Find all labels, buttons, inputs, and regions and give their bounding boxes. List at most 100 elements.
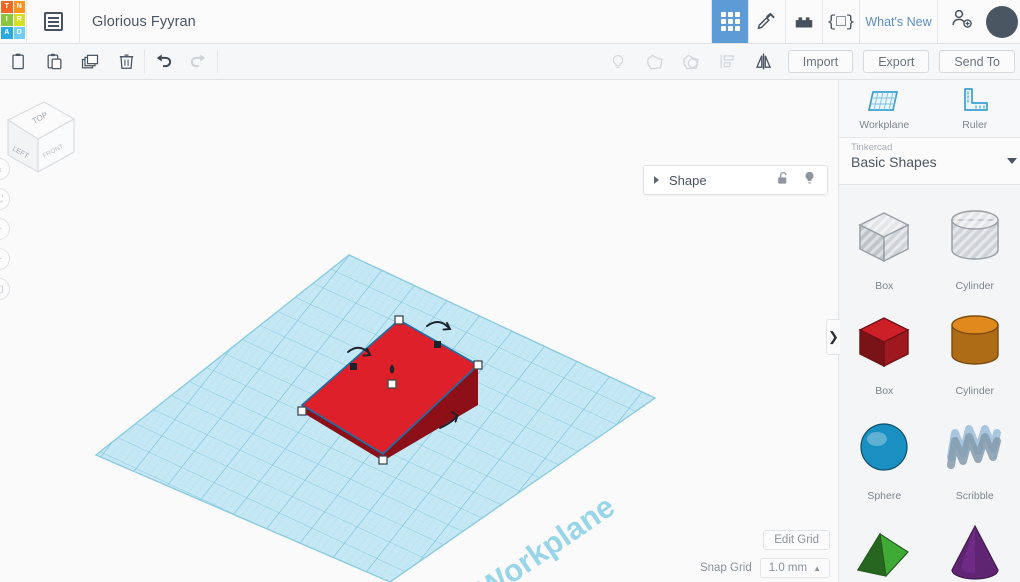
chevron-down-icon[interactable]	[1007, 158, 1017, 164]
shape-cylinder-solid[interactable]: Cylinder	[930, 302, 1020, 403]
logo-tile-4: A	[1, 27, 13, 39]
shape-label: Box	[875, 280, 894, 292]
shape-label: Cylinder	[955, 385, 994, 397]
group-button[interactable]	[637, 44, 673, 80]
mirror-button[interactable]	[746, 44, 782, 80]
copy-button[interactable]	[0, 44, 36, 80]
cone-shape-icon	[941, 518, 1009, 582]
logo-tile-0: T	[1, 1, 13, 13]
codeblocks-icon: {□}	[826, 12, 856, 31]
library-name: Basic Shapes	[851, 154, 937, 170]
perspective-toggle-button[interactable]: ▢	[0, 278, 10, 300]
edit-grid-button[interactable]: Edit Grid	[763, 530, 830, 550]
shapes-grid: Box Cylinder Box Cylinder Sphere Scribble	[839, 185, 1020, 582]
ungroup-icon	[683, 54, 699, 69]
chevron-right-icon[interactable]	[654, 176, 659, 184]
view-cube[interactable]: TOP LEFT FRONT	[0, 88, 76, 176]
project-title[interactable]: Glorious Fyyran	[80, 0, 196, 43]
cylinder-shape-icon	[941, 308, 1009, 381]
workplane-handle[interactable]	[387, 379, 397, 389]
shape-label: Sphere	[867, 490, 902, 502]
undo-button[interactable]	[145, 44, 181, 80]
shape-cylinder-hole[interactable]: Cylinder	[930, 197, 1020, 298]
ruler-tool[interactable]: Ruler	[930, 86, 1020, 131]
edit-toolbar: Import Export Send To	[0, 44, 1020, 80]
shape-box-solid[interactable]: Box	[839, 302, 930, 403]
shape-label: Box	[875, 385, 894, 397]
duplicate-button[interactable]	[72, 44, 108, 80]
tab-3d-design[interactable]	[711, 0, 748, 43]
whats-new-label: What's New	[865, 14, 932, 29]
mirror-icon	[756, 53, 772, 70]
align-button[interactable]	[710, 44, 746, 80]
snap-grid-label: Snap Grid	[699, 562, 752, 574]
undo-arrow-icon	[156, 54, 172, 67]
workplane-icon	[868, 91, 899, 111]
unlocked-padlock-icon[interactable]	[775, 170, 790, 191]
shape-label: Cylinder	[955, 280, 994, 292]
tab-codeblocks[interactable]: {□}	[822, 0, 859, 43]
person-add-icon[interactable]	[944, 7, 980, 36]
ruler-tool-label: Ruler	[962, 119, 988, 131]
grid-icon	[720, 12, 740, 31]
tab-builder[interactable]	[748, 0, 785, 43]
trash-icon	[119, 54, 133, 69]
whats-new-link[interactable]: What's New	[859, 0, 937, 43]
snap-grid-value: 1.0 mm	[768, 562, 808, 574]
export-button[interactable]: Export	[863, 50, 930, 73]
view-nav-buttons: ⌂ ⛶ + − ▢	[0, 158, 10, 300]
shapes-sidebar: ❯ Workplane Ruler Tinkercad Basic Shapes…	[826, 80, 1020, 582]
zoom-in-button[interactable]: +	[0, 218, 10, 240]
avatar[interactable]	[986, 5, 1018, 38]
logo-tile-2: I	[1, 14, 13, 26]
shape-scribble[interactable]: Scribble	[930, 407, 1020, 508]
workplane-tool[interactable]: Workplane	[839, 86, 930, 131]
shape-panel-title: Shape	[669, 172, 707, 188]
tinkercad-app: TNIRAD Glorious Fyyran {□} What's New Im…	[0, 0, 1020, 582]
hammer-icon	[757, 12, 775, 29]
redo-button[interactable]	[181, 44, 217, 80]
delete-button[interactable]	[108, 44, 144, 80]
shape-inspector-panel[interactable]: Shape	[643, 165, 828, 195]
sidebar-tools: Workplane Ruler	[839, 80, 1020, 138]
logo-tile-3: R	[13, 14, 25, 26]
import-button[interactable]: Import	[787, 50, 854, 73]
light-button[interactable]	[600, 44, 636, 80]
tinkercad-logo[interactable]: TNIRAD	[0, 0, 26, 44]
lightbulb-icon	[612, 54, 623, 68]
scribble-shape-icon	[941, 413, 1009, 486]
caret-up-icon: ▲	[813, 563, 821, 573]
shape-sphere[interactable]: Sphere	[839, 407, 930, 508]
box-shape-icon	[850, 203, 918, 276]
ruler-icon	[963, 88, 988, 111]
documents-button[interactable]	[27, 0, 79, 43]
documents-list-icon	[43, 12, 63, 31]
io-buttons: Import Export Send To	[783, 44, 1020, 79]
shape-cone[interactable]	[930, 512, 1020, 582]
shape-library-selector[interactable]: Tinkercad Basic Shapes	[839, 138, 1020, 185]
sidebar-collapse-button[interactable]: ❯	[826, 319, 840, 355]
workplane-scene: Workplane	[94, 254, 657, 582]
paste-button[interactable]	[36, 44, 72, 80]
cylinder-shape-icon	[941, 203, 1009, 276]
edit-grid-wrap: Edit Grid	[763, 530, 830, 550]
roof-shape-icon	[850, 518, 918, 582]
clipboard-group	[0, 44, 144, 79]
snap-grid-select[interactable]: 1.0 mm ▲	[759, 558, 830, 578]
fit-view-button[interactable]: ⛶	[0, 188, 10, 210]
design-canvas[interactable]: Workplane TOP LEFT FRONT Shape Edit Grid…	[0, 80, 838, 582]
library-owner: Tinkercad	[851, 142, 893, 153]
send-to-button[interactable]: Send To	[939, 50, 1015, 73]
shape-roof[interactable]	[839, 512, 930, 582]
group-icon	[647, 54, 663, 69]
logo-tile-1: N	[13, 1, 25, 13]
shape-box-hole[interactable]: Box	[839, 197, 930, 298]
home-view-button[interactable]: ⌂	[0, 158, 10, 180]
lightbulb-icon[interactable]	[802, 169, 817, 191]
account-area	[937, 0, 1020, 43]
zoom-out-button[interactable]: −	[0, 248, 10, 270]
tab-bricks[interactable]	[785, 0, 822, 43]
ungroup-button[interactable]	[673, 44, 709, 80]
